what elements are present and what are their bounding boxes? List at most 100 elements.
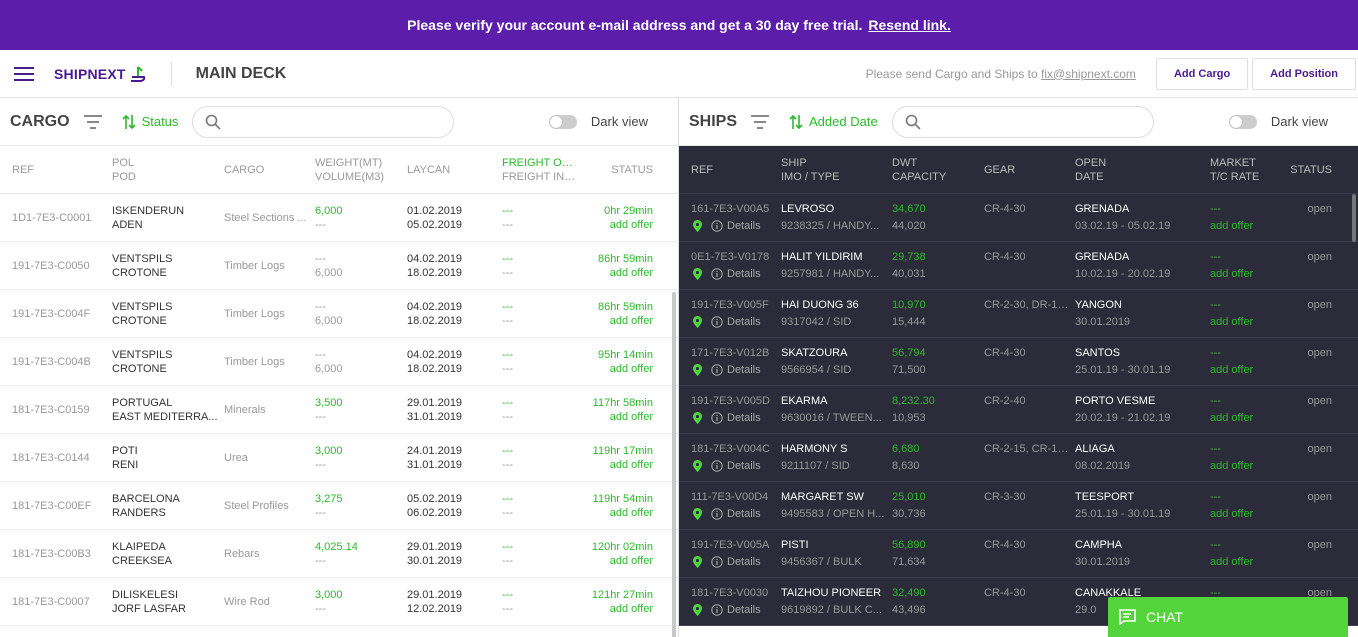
col-freight[interactable]: FREIGHT OFFE...FREIGHT INDEX bbox=[502, 156, 584, 184]
cargo-dark-view-toggle[interactable] bbox=[548, 114, 577, 129]
details-link[interactable]: Details bbox=[711, 603, 761, 617]
ship-name[interactable]: TAIZHOU PIONEER bbox=[781, 586, 886, 600]
cargo-row[interactable]: 181-7E3-C0144 POTI RENI Urea 3,000 --- 24.01.2… bbox=[0, 434, 678, 482]
ship-name[interactable]: HALIT YILDIRIM bbox=[781, 250, 886, 264]
ship-ref[interactable]: 191-7E3-V005A bbox=[691, 538, 775, 552]
add-offer-link[interactable]: add offer bbox=[584, 362, 653, 376]
filter-icon[interactable] bbox=[751, 114, 770, 129]
add-offer-link[interactable]: add offer bbox=[1210, 459, 1284, 473]
ship-name[interactable]: MARGARET SW bbox=[781, 490, 886, 504]
col-cargo[interactable]: CARGO bbox=[224, 163, 315, 177]
cargo-ref[interactable]: 191-7E3-C004B bbox=[0, 356, 112, 368]
add-offer-link[interactable]: add offer bbox=[1210, 555, 1284, 569]
col-market[interactable]: MARKET T/C RATE bbox=[1210, 156, 1290, 184]
ship-row[interactable]: 161-7E3-V00A5 Details LEVROSO 9238325 / HAN… bbox=[679, 194, 1358, 242]
ship-ref[interactable]: 181-7E3-V004C bbox=[691, 442, 775, 456]
col-weight-volume[interactable]: WEIGHT(MT) VOLUME(M3) bbox=[315, 156, 407, 184]
ship-name[interactable]: HARMONY S bbox=[781, 442, 886, 456]
add-position-button[interactable]: Add Position bbox=[1252, 57, 1356, 90]
details-link[interactable]: Details bbox=[711, 267, 761, 281]
cargo-row[interactable]: 191-7E3-C004F VENTSPILS CROTONE Timber Logs… bbox=[0, 290, 678, 338]
col-pol-pod[interactable]: POL POD bbox=[112, 156, 224, 184]
ship-row[interactable]: 191-7E3-V005D Details EKARMA 9630016 / TWEE… bbox=[679, 386, 1358, 434]
location-pin-icon[interactable] bbox=[693, 508, 702, 520]
details-link[interactable]: Details bbox=[711, 363, 761, 377]
ships-scrollbar[interactable] bbox=[1352, 194, 1356, 242]
add-offer-link[interactable]: add offer bbox=[1210, 507, 1284, 521]
cargo-ref[interactable]: 181-7E3-C00B3 bbox=[0, 548, 112, 560]
ship-ref[interactable]: 191-7E3-V005D bbox=[691, 394, 775, 408]
location-pin-icon[interactable] bbox=[693, 412, 702, 424]
cargo-search[interactable] bbox=[192, 105, 455, 138]
details-link[interactable]: Details bbox=[711, 555, 761, 569]
cargo-row[interactable]: 1D1-7E3-C0001 ISKENDERUN ADEN Steel Section… bbox=[0, 194, 678, 242]
cargo-row[interactable]: 181-7E3-C00B3 KLAIPEDA CREEKSEA Rebars 4,025… bbox=[0, 530, 678, 578]
add-offer-link[interactable]: add offer bbox=[1210, 267, 1284, 281]
col-open[interactable]: OPEN DATE bbox=[1075, 156, 1210, 184]
col-laycan[interactable]: LAYCAN bbox=[407, 163, 502, 177]
ships-search-input[interactable] bbox=[928, 114, 1129, 129]
cargo-ref[interactable]: 181-7E3-C0007 bbox=[0, 596, 112, 608]
ship-ref[interactable]: 191-7E3-V005F bbox=[691, 298, 775, 312]
add-offer-link[interactable]: add offer bbox=[584, 410, 653, 424]
col-ship[interactable]: SHIP IMO / TYPE bbox=[781, 156, 892, 184]
add-offer-link[interactable]: add offer bbox=[584, 602, 653, 616]
shipnext-logo[interactable]: SHIPNEXT bbox=[54, 65, 147, 83]
details-link[interactable]: Details bbox=[711, 507, 761, 521]
cargo-ref[interactable]: 191-7E3-C004F bbox=[0, 308, 112, 320]
ship-row[interactable]: 0E1-7E3-V0178 Details HALIT YILDIRIM 925798… bbox=[679, 242, 1358, 290]
add-offer-link[interactable]: add offer bbox=[1210, 411, 1284, 425]
col-status[interactable]: STATUS bbox=[584, 163, 669, 177]
details-link[interactable]: Details bbox=[711, 219, 761, 233]
cargo-ref[interactable]: 1D1-7E3-C0001 bbox=[0, 212, 112, 224]
cargo-row[interactable]: 181-7E3-C0007 DILISKELESI JORF LASFAR Wire … bbox=[0, 578, 678, 626]
cargo-ref[interactable]: 191-7E3-C0050 bbox=[0, 260, 112, 272]
cargo-ref[interactable]: 181-7E3-C00EF bbox=[0, 500, 112, 512]
ship-ref[interactable]: 171-7E3-V012B bbox=[691, 346, 775, 360]
menu-icon[interactable] bbox=[14, 66, 34, 81]
location-pin-icon[interactable] bbox=[693, 556, 702, 568]
col-status[interactable]: STATUS bbox=[1290, 163, 1346, 177]
cargo-scrollbar[interactable] bbox=[672, 292, 676, 637]
filter-icon[interactable] bbox=[83, 114, 102, 129]
resend-link[interactable]: Resend link. bbox=[868, 17, 950, 33]
ship-ref[interactable]: 0E1-7E3-V0178 bbox=[691, 250, 775, 264]
add-cargo-button[interactable]: Add Cargo bbox=[1155, 57, 1249, 90]
cargo-ref[interactable]: 181-7E3-C0144 bbox=[0, 452, 112, 464]
location-pin-icon[interactable] bbox=[693, 460, 702, 472]
ship-ref[interactable]: 161-7E3-V00A5 bbox=[691, 202, 775, 216]
location-pin-icon[interactable] bbox=[693, 604, 702, 616]
location-pin-icon[interactable] bbox=[693, 364, 702, 376]
cargo-row[interactable]: 181-7E3-C0159 PORTUGAL EAST MEDITERRA... Mi… bbox=[0, 386, 678, 434]
ships-sort-button[interactable]: Added Date bbox=[789, 114, 878, 130]
ship-row[interactable]: 191-7E3-V005A Details PISTI 9456367 / BULK 5… bbox=[679, 530, 1358, 578]
add-offer-link[interactable]: add offer bbox=[584, 266, 653, 280]
location-pin-icon[interactable] bbox=[693, 220, 702, 232]
add-offer-link[interactable]: add offer bbox=[584, 506, 653, 520]
cargo-row[interactable]: 191-7E3-C0050 VENTSPILS CROTONE Timber Logs… bbox=[0, 242, 678, 290]
email-link[interactable]: fix@shipnext.com bbox=[1041, 67, 1136, 81]
cargo-sort-button[interactable]: Status bbox=[121, 114, 178, 130]
ship-name[interactable]: SKATZOURA bbox=[781, 346, 886, 360]
details-link[interactable]: Details bbox=[711, 315, 761, 329]
cargo-row[interactable]: 181-7E3-C00EF BARCELONA RANDERS Steel Profi… bbox=[0, 482, 678, 530]
ship-name[interactable]: EKARMA bbox=[781, 394, 886, 408]
ship-name[interactable]: PISTI bbox=[781, 538, 886, 552]
cargo-ref[interactable]: 181-7E3-C0159 bbox=[0, 404, 112, 416]
add-offer-link[interactable]: add offer bbox=[584, 314, 653, 328]
location-pin-icon[interactable] bbox=[693, 316, 702, 328]
ships-search[interactable] bbox=[891, 105, 1154, 138]
ship-ref[interactable]: 181-7E3-V0030 bbox=[691, 586, 775, 600]
add-offer-link[interactable]: add offer bbox=[584, 554, 653, 568]
ship-row[interactable]: 191-7E3-V005F Details HAI DUONG 36 9317042 … bbox=[679, 290, 1358, 338]
ship-name[interactable]: HAI DUONG 36 bbox=[781, 298, 886, 312]
add-offer-link[interactable]: add offer bbox=[1210, 219, 1284, 233]
col-ref[interactable]: REF bbox=[0, 163, 112, 177]
ship-row[interactable]: 111-7E3-V00D4 Details MARGARET SW 9495583 /… bbox=[679, 482, 1358, 530]
ships-dark-view-toggle[interactable] bbox=[1228, 114, 1257, 129]
location-pin-icon[interactable] bbox=[693, 268, 702, 280]
col-dwt[interactable]: DWT CAPACITY bbox=[892, 156, 984, 184]
details-link[interactable]: Details bbox=[711, 459, 761, 473]
col-ref[interactable]: REF bbox=[679, 163, 781, 177]
add-offer-link[interactable]: add offer bbox=[584, 218, 653, 232]
